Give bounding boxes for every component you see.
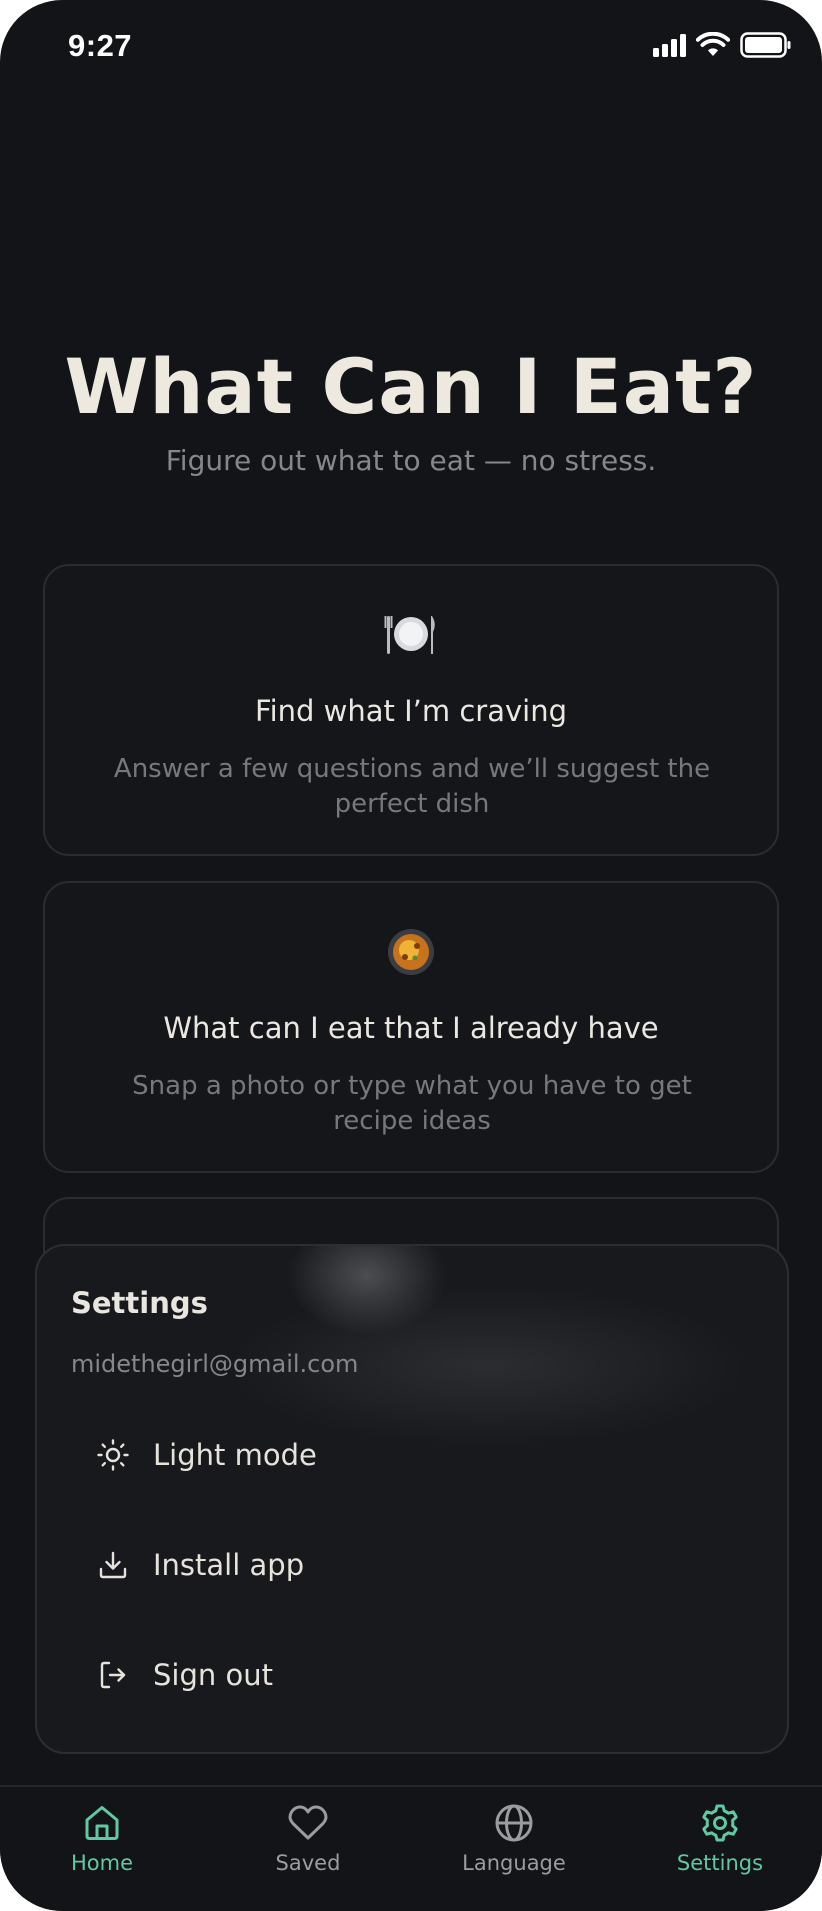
tab-language-label: Language xyxy=(462,1851,566,1875)
tab-home-label: Home xyxy=(70,1851,133,1875)
tab-language[interactable]: Language xyxy=(434,1799,594,1875)
app-screen: 9:27 What Can I Eat? Figure out what to … xyxy=(0,0,822,1911)
tab-saved[interactable]: Saved xyxy=(228,1799,388,1875)
page-subtitle: Figure out what to eat — no stress. xyxy=(165,444,657,477)
cellular-signal-icon xyxy=(653,33,686,57)
status-time: 9:27 xyxy=(68,28,133,63)
pantry-card[interactable]: What can I eat that I already have Snap … xyxy=(43,881,779,1173)
page-title: What Can I Eat? xyxy=(64,342,758,431)
tab-settings-label: Settings xyxy=(676,1851,764,1875)
bottom-tab-bar: Home Saved Language Settings xyxy=(0,1785,822,1911)
sun-icon xyxy=(93,1435,133,1475)
heart-icon xyxy=(228,1799,388,1847)
settings-title: Settings xyxy=(71,1286,208,1320)
tab-settings[interactable]: Settings xyxy=(640,1799,800,1875)
gear-icon xyxy=(640,1799,800,1847)
pantry-card-title: What can I eat that I already have xyxy=(163,1011,659,1045)
install-app-label: Install app xyxy=(153,1548,305,1582)
tab-home[interactable]: Home xyxy=(22,1799,182,1875)
settings-sheet: Settings midethegirl@gmail.com Light mod… xyxy=(35,1244,789,1754)
status-bar: 9:27 xyxy=(0,0,822,100)
craving-card[interactable]: Find what I’m craving Answer a few quest… xyxy=(43,564,779,856)
account-email: midethegirl@gmail.com xyxy=(71,1350,359,1378)
globe-icon xyxy=(434,1799,594,1847)
sign-out-button[interactable]: Sign out xyxy=(93,1640,753,1710)
sign-out-label: Sign out xyxy=(153,1658,273,1692)
sign-out-icon xyxy=(93,1655,133,1695)
plate-with-cutlery-icon xyxy=(45,610,777,658)
craving-card-description: Answer a few questions and we’ll suggest… xyxy=(113,754,711,819)
wifi-icon xyxy=(696,32,730,56)
home-icon xyxy=(22,1799,182,1847)
light-mode-button[interactable]: Light mode xyxy=(93,1420,753,1490)
install-app-button[interactable]: Install app xyxy=(93,1530,753,1600)
craving-card-title: Find what I’m craving xyxy=(255,694,567,728)
tab-saved-label: Saved xyxy=(275,1851,341,1875)
status-icons xyxy=(653,32,792,58)
paella-pan-icon xyxy=(45,927,777,977)
download-icon xyxy=(93,1545,133,1585)
light-mode-label: Light mode xyxy=(153,1438,317,1472)
battery-icon xyxy=(740,32,791,58)
pantry-card-description: Snap a photo or type what you have to ge… xyxy=(132,1071,692,1136)
